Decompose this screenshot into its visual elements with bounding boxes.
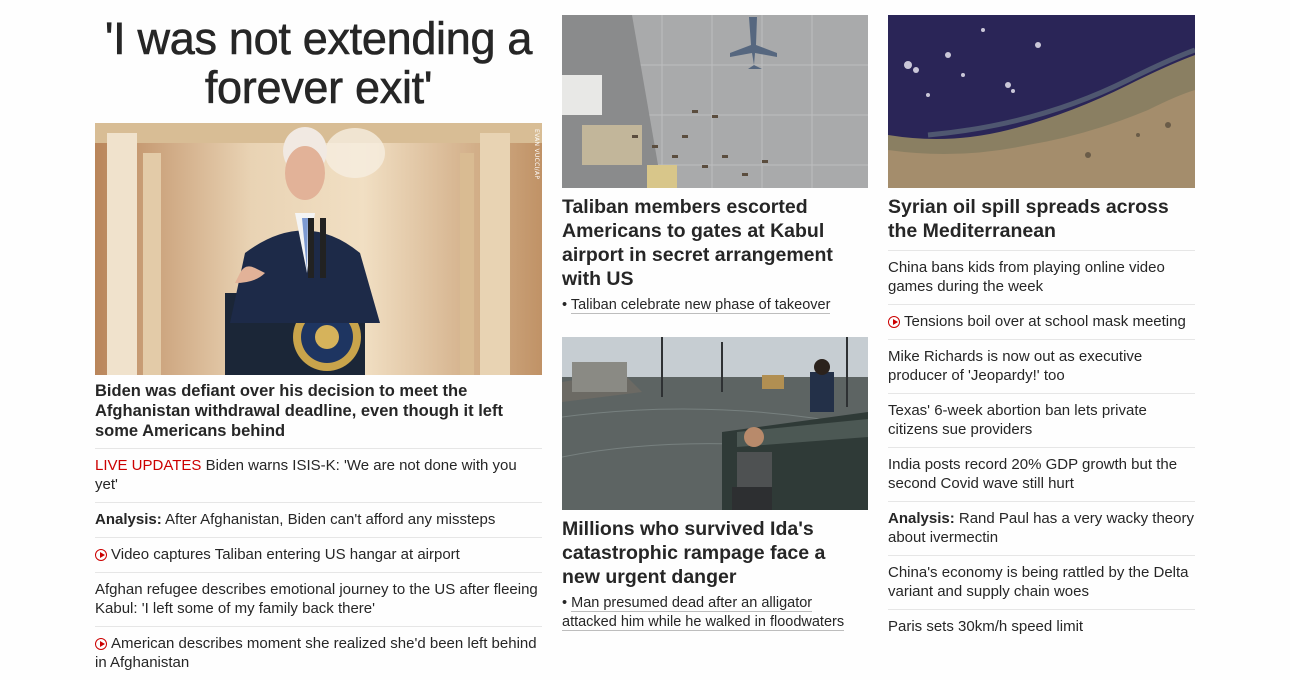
list-item[interactable]: Analysis: Rand Paul has a very wacky the… bbox=[888, 501, 1195, 555]
list-item[interactable]: Texas' 6-week abortion ban lets private … bbox=[888, 393, 1195, 447]
link-text[interactable]: China's economy is being rattled by the … bbox=[888, 564, 1189, 600]
lead-title[interactable]: 'I was not extending a forever exit' bbox=[95, 14, 542, 113]
lead-summary[interactable]: Biden was defiant over his decision to m… bbox=[95, 381, 542, 441]
link-text[interactable]: Afghan refugee describes emotional journ… bbox=[95, 581, 538, 617]
flood-photo[interactable] bbox=[562, 337, 868, 510]
link-text[interactable]: India posts record 20% GDP growth but th… bbox=[888, 456, 1177, 492]
link-text[interactable]: American describes moment she realized s… bbox=[95, 635, 537, 671]
story-headline[interactable]: Syrian oil spill spreads across the Medi… bbox=[888, 195, 1195, 243]
related-link[interactable]: • Taliban celebrate new phase of takeove… bbox=[562, 296, 868, 315]
story-headline[interactable]: Millions who survived Ida's catastrophic… bbox=[562, 517, 862, 589]
lead-related-links: LIVE UPDATES Biden warns ISIS-K: 'We are… bbox=[95, 448, 542, 680]
list-item[interactable]: Analysis: After Afghanistan, Biden can't… bbox=[95, 502, 542, 537]
list-item[interactable]: American describes moment she realized s… bbox=[95, 626, 542, 680]
play-icon bbox=[95, 638, 107, 650]
list-item[interactable]: Afghan refugee describes emotional journ… bbox=[95, 572, 542, 626]
link-text[interactable]: Tensions boil over at school mask meetin… bbox=[904, 313, 1186, 330]
photo-credit: EVAN VUCCI/AP bbox=[533, 129, 540, 180]
list-item[interactable]: India posts record 20% GDP growth but th… bbox=[888, 447, 1195, 501]
live-updates-tag: LIVE UPDATES bbox=[95, 457, 202, 474]
list-item[interactable]: Paris sets 30km/h speed limit bbox=[888, 609, 1195, 644]
list-item[interactable]: Mike Richards is now out as executive pr… bbox=[888, 339, 1195, 393]
story-headline[interactable]: Taliban members escorted Americans to ga… bbox=[562, 195, 862, 291]
link-text[interactable]: Video captures Taliban entering US hanga… bbox=[111, 546, 460, 563]
play-icon bbox=[95, 549, 107, 561]
analysis-tag: Analysis: bbox=[95, 511, 162, 528]
link-text[interactable]: After Afghanistan, Biden can't afford an… bbox=[165, 511, 495, 528]
list-item[interactable]: China's economy is being rattled by the … bbox=[888, 555, 1195, 609]
link-text[interactable]: Man presumed dead after an alligator att… bbox=[562, 595, 845, 631]
list-item[interactable]: Tensions boil over at school mask meetin… bbox=[888, 304, 1195, 339]
list-item[interactable]: China bans kids from playing online vide… bbox=[888, 250, 1195, 304]
play-icon bbox=[888, 316, 900, 328]
list-item[interactable]: LIVE UPDATES Biden warns ISIS-K: 'We are… bbox=[95, 448, 542, 502]
kabul-airport-satellite-photo[interactable] bbox=[562, 15, 868, 188]
analysis-tag: Analysis: bbox=[888, 510, 955, 527]
link-text[interactable]: Mike Richards is now out as executive pr… bbox=[888, 348, 1142, 384]
oil-spill-satellite-photo[interactable] bbox=[888, 15, 1195, 188]
related-link[interactable]: • Man presumed dead after an alligator a… bbox=[562, 594, 868, 632]
link-text[interactable]: Taliban celebrate new phase of takeover bbox=[570, 297, 831, 314]
link-text[interactable]: Paris sets 30km/h speed limit bbox=[888, 618, 1083, 635]
link-text[interactable]: China bans kids from playing online vide… bbox=[888, 259, 1165, 295]
link-text[interactable]: Texas' 6-week abortion ban lets private … bbox=[888, 402, 1147, 438]
right-related-links: China bans kids from playing online vide… bbox=[888, 250, 1195, 644]
lead-photo[interactable]: EVAN VUCCI/AP bbox=[95, 123, 542, 375]
list-item[interactable]: Video captures Taliban entering US hanga… bbox=[95, 537, 542, 572]
